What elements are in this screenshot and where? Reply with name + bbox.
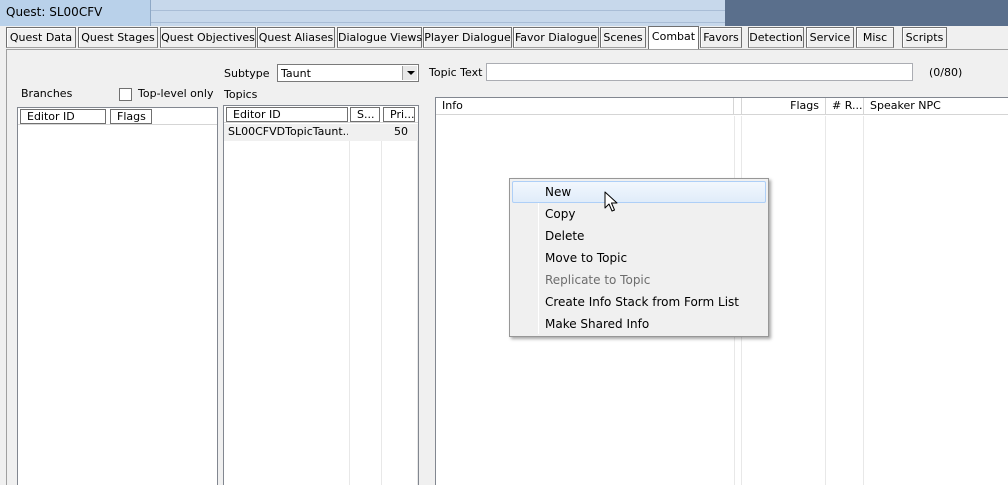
tab-player-dialogue[interactable]: Player Dialogue	[423, 27, 512, 48]
table-row[interactable]: SL00CFVDTopicTaunt... 50	[224, 124, 418, 141]
topics-col-editor-id[interactable]: Editor ID	[226, 107, 348, 122]
topics-col-priority[interactable]: Pri...	[383, 107, 415, 122]
tab-favors[interactable]: Favors	[700, 27, 742, 48]
menu-item-move-to-topic[interactable]: Move to Topic	[512, 247, 766, 269]
topic-text-label: Topic Text	[429, 66, 483, 79]
tab-scripts[interactable]: Scripts	[902, 27, 947, 48]
tab-quest-aliases[interactable]: Quest Aliases	[257, 27, 335, 48]
branches-list-header: Editor ID Flags	[18, 108, 217, 125]
tab-dialogue-views[interactable]: Dialogue Views	[337, 27, 422, 48]
branches-col-filler	[154, 108, 217, 125]
tab-service[interactable]: Service	[806, 27, 854, 48]
topic-text-input[interactable]	[486, 63, 913, 81]
menu-item-create-info-stack[interactable]: Create Info Stack from Form List	[512, 291, 766, 313]
window-title: Quest: SL00CFV	[6, 5, 103, 19]
window-title-bar: Quest: SL00CFV	[0, 0, 1008, 26]
menu-item-new[interactable]: New	[512, 181, 766, 203]
subtype-value: Taunt	[281, 67, 311, 80]
topics-list-header: Editor ID S... Pri...	[224, 106, 418, 123]
background-dark-area	[725, 0, 1008, 26]
tab-misc[interactable]: Misc	[856, 27, 894, 48]
top-level-only-checkbox[interactable]	[119, 88, 132, 101]
topic-s	[352, 124, 380, 141]
background-window	[150, 0, 730, 26]
menu-item-copy[interactable]: Copy	[512, 203, 766, 225]
subtype-label: Subtype	[224, 67, 270, 80]
tab-detection[interactable]: Detection	[748, 27, 804, 48]
branches-list[interactable]: Editor ID Flags	[17, 107, 218, 485]
topics-col-s[interactable]: S...	[350, 107, 380, 122]
topics-list[interactable]: Editor ID S... Pri... SL00CFVDTopicTaunt…	[223, 105, 419, 485]
branches-col-flags[interactable]: Flags	[110, 109, 152, 124]
topic-text-counter: (0/80)	[929, 66, 963, 79]
top-level-only-label: Top-level only	[138, 87, 214, 100]
tab-quest-stages[interactable]: Quest Stages	[78, 27, 158, 48]
info-list-header: Info Flags # R... Speaker NPC	[436, 98, 1008, 115]
info-col-r[interactable]: # R...	[826, 98, 864, 115]
tab-favor-dialogue[interactable]: Favor Dialogue	[513, 27, 599, 48]
branches-label: Branches	[21, 87, 73, 100]
info-col-flags[interactable]: Flags	[742, 98, 826, 115]
arrow-cursor-icon	[604, 191, 618, 212]
subtype-select[interactable]: Taunt	[277, 64, 419, 82]
topic-editor-id: SL00CFVDTopicTaunt...	[228, 125, 348, 138]
info-context-menu: New Copy Delete Move to Topic Replicate …	[509, 178, 769, 337]
tab-scenes[interactable]: Scenes	[600, 27, 646, 48]
info-col-speaker-npc[interactable]: Speaker NPC	[864, 98, 1008, 115]
info-col-info[interactable]: Info	[436, 98, 734, 115]
tab-combat[interactable]: Combat	[648, 26, 699, 49]
tab-quest-objectives[interactable]: Quest Objectives	[160, 27, 256, 48]
tab-quest-data[interactable]: Quest Data	[6, 27, 76, 48]
combat-tab-panel: Branches Top-level only Editor ID Flags …	[6, 49, 1008, 485]
menu-item-replicate-to-topic: Replicate to Topic	[545, 273, 651, 287]
info-col-spacer	[734, 98, 742, 115]
menu-item-delete[interactable]: Delete	[512, 225, 766, 247]
topics-label: Topics	[224, 88, 258, 101]
topic-priority: 50	[394, 125, 408, 138]
menu-item-make-shared-info[interactable]: Make Shared Info	[512, 313, 766, 335]
chevron-down-icon[interactable]	[402, 66, 417, 80]
branches-col-editor-id[interactable]: Editor ID	[20, 109, 106, 124]
